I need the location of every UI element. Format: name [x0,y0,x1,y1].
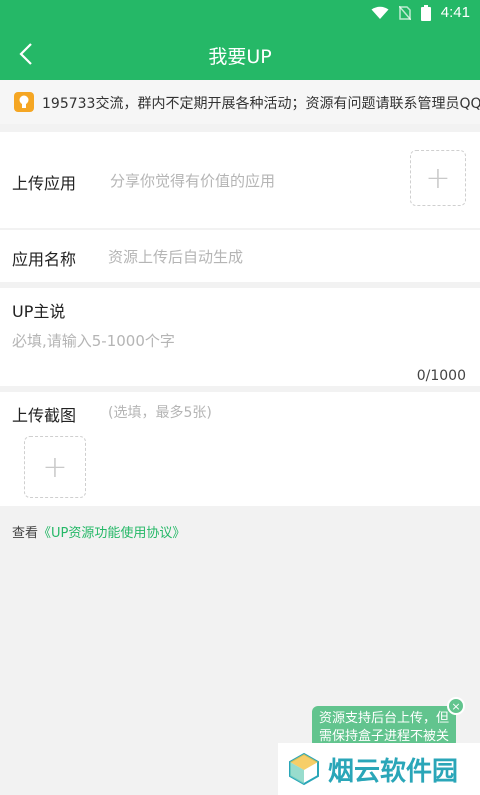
plus-icon: + [425,160,451,196]
notice-text: 195733交流，群内不定期开展各种活动；资源有问题请联系管理员QQ [42,96,480,112]
add-screenshot-button[interactable]: + [24,436,86,498]
watermark-text: 烟云软件园 [328,756,459,787]
agreement-link[interactable]: 《UP资源功能使用协议》 [38,526,185,541]
battery-icon [420,4,431,21]
up-says-input[interactable]: 必填,请输入5-1000个字 [12,330,175,351]
logo-icon [289,752,319,786]
up-says-section: UP主说 必填,请输入5-1000个字 0/1000 [0,288,480,386]
page-title: 我要UP [208,46,272,68]
tip-text: 资源支持后台上传，但需保持盒子进程不被关 [318,711,449,744]
app-name-section: 应用名称 资源上传后自动生成 [0,230,480,282]
app-name-label: 应用名称 [12,250,77,269]
notice-marquee: 195733交流，群内不定期开展各种活动；资源有问题请联系管理员QQ [0,80,480,124]
char-counter: 0/1000 [416,368,466,384]
lightbulb-icon [14,92,34,112]
tip-close-button[interactable]: × [447,697,465,715]
screenshots-hint: (选填，最多5张) [108,405,212,421]
app-name-field[interactable]: 资源上传后自动生成 [108,246,243,267]
agreement-line: 查看《UP资源功能使用协议》 [12,522,185,541]
app-bar: 我要UP [0,28,480,80]
watermark: 烟云软件园 [278,743,480,795]
tip-bubble: 资源支持后台上传，但需保持盒子进程不被关 [312,706,456,748]
upload-app-button[interactable]: + [410,150,466,206]
screenshots-label: 上传截图 [12,406,77,425]
screenshots-section: 上传截图 (选填，最多5张) + [0,392,480,506]
up-says-label: UP主说 [12,302,66,321]
upload-app-label: 上传应用 [12,174,77,193]
upload-app-section: 上传应用 分享你觉得有价值的应用 + [0,132,480,228]
status-time: 4:41 [440,4,470,21]
upload-app-placeholder: 分享你觉得有价值的应用 [110,172,276,190]
agreement-prefix: 查看 [12,526,39,541]
close-icon: × [451,699,461,713]
plus-icon: + [42,449,68,485]
wifi-icon [371,6,389,19]
status-bar: 4:41 [0,0,480,28]
no-sim-icon [398,5,411,20]
